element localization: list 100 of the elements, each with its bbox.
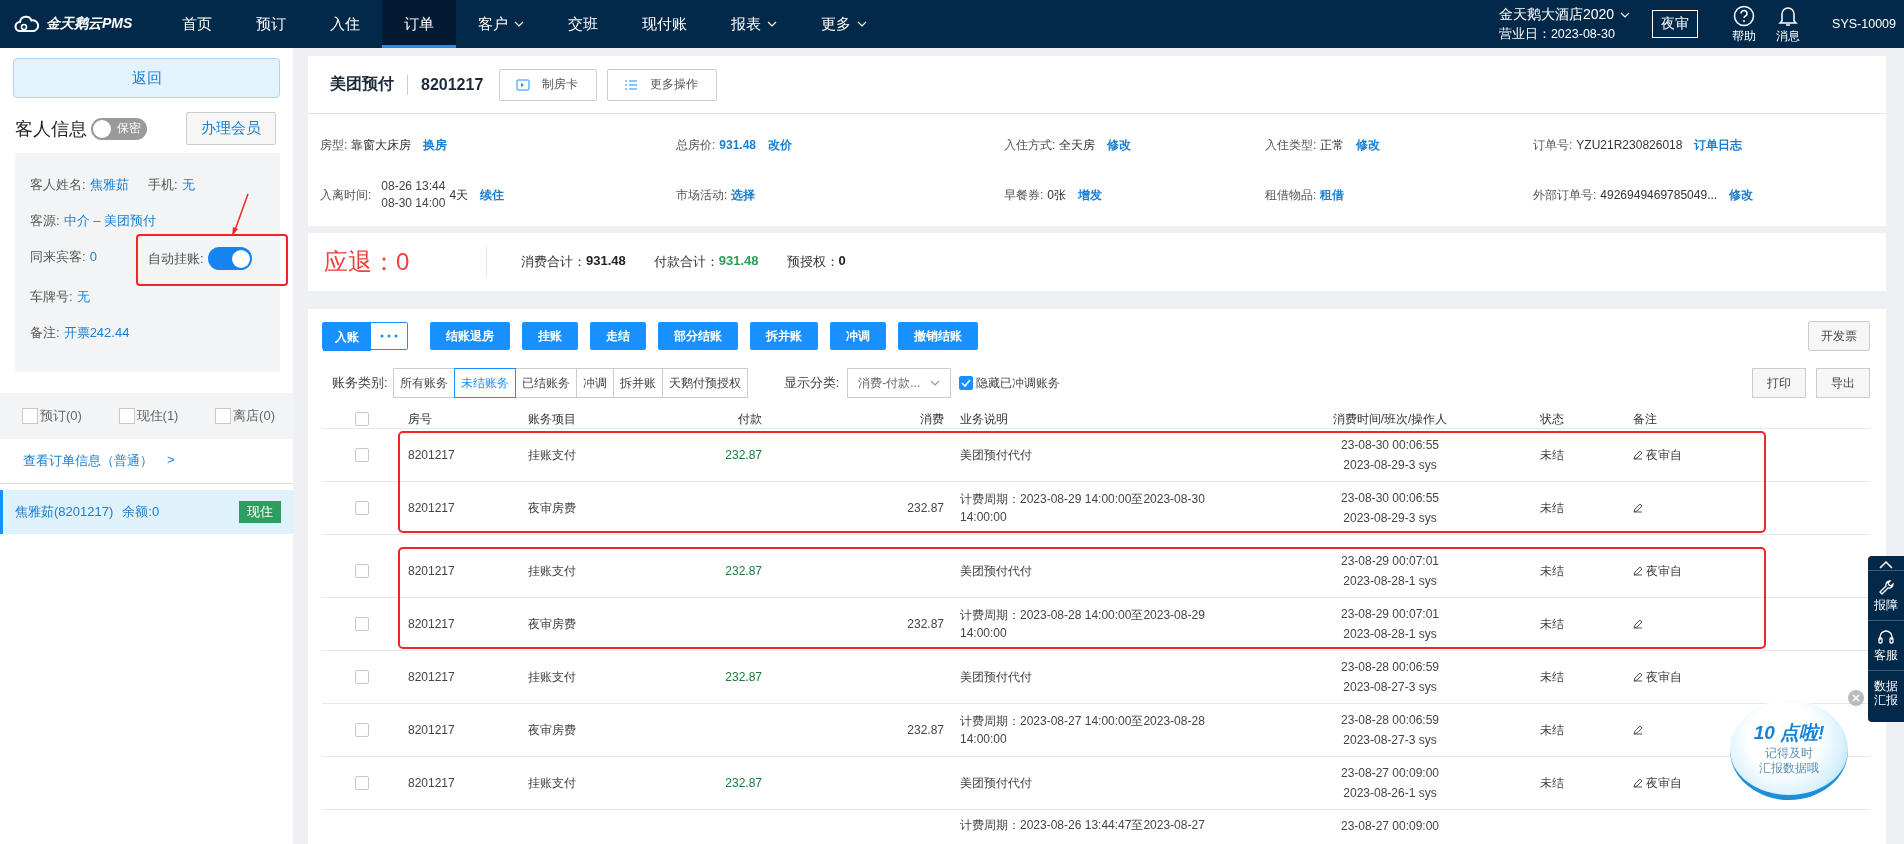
display-select[interactable]: 消费-付款...: [847, 368, 952, 398]
section-title: 客人信息: [15, 117, 87, 141]
field-label: 同来宾客:: [30, 247, 86, 266]
pencil-icon[interactable]: [1633, 619, 1643, 629]
category-tab[interactable]: 冲调: [575, 368, 614, 398]
field-value[interactable]: 无: [181, 175, 195, 194]
category-tab[interactable]: 天鹅付预授权: [661, 368, 748, 398]
table-cell-text: 挂账支付: [527, 668, 577, 686]
pencil-icon[interactable]: [1633, 672, 1643, 682]
info-label: 入住类型:: [1265, 136, 1317, 154]
table-cell-text: 23-08-28 00:06:59 2023-08-27-3 sys: [1339, 712, 1441, 749]
nav-tab[interactable]: 入住: [308, 0, 382, 48]
info-link[interactable]: 修改: [1107, 136, 1132, 154]
checkbox[interactable]: [355, 723, 369, 737]
order-info-link[interactable]: 查看订单信息（普通）: [23, 452, 153, 470]
action-button[interactable]: 走结: [590, 322, 646, 350]
checkbox[interactable]: [355, 670, 369, 684]
invoice-button[interactable]: 开发票: [1808, 321, 1870, 351]
nav-tab[interactable]: 交班: [546, 0, 620, 48]
checkbox[interactable]: [215, 408, 232, 424]
chevron-icon[interactable]: >: [167, 452, 175, 470]
checkbox[interactable]: [22, 408, 38, 424]
night-audit-button[interactable]: 夜审: [1652, 10, 1699, 38]
privacy-toggle[interactable]: 保密: [91, 117, 147, 140]
field-value[interactable]: 中介 – 美团预付: [63, 211, 157, 230]
checkbox[interactable]: [959, 376, 974, 390]
info-link[interactable]: 续住: [480, 186, 505, 204]
action-button[interactable]: 拆并账: [750, 322, 818, 350]
total-label: 付款合计：: [653, 253, 719, 271]
bell-icon[interactable]: [1778, 4, 1799, 27]
side-tool[interactable]: 报障: [1868, 570, 1904, 620]
print-button[interactable]: 打印: [1752, 368, 1806, 398]
checkbox[interactable]: [355, 617, 369, 631]
checkbox[interactable]: [118, 408, 135, 424]
export-button[interactable]: 导出: [1816, 368, 1870, 398]
info-link[interactable]: 修改: [1729, 186, 1754, 204]
action-button[interactable]: 结账退房: [430, 322, 510, 350]
nav-tab[interactable]: 首页: [160, 0, 234, 48]
info-link[interactable]: 增发: [1078, 186, 1103, 204]
category-tab[interactable]: 已结账务: [514, 368, 577, 398]
pencil-icon[interactable]: [1633, 450, 1643, 460]
info-link[interactable]: 换房: [423, 136, 448, 154]
action-button[interactable]: 部分结账: [658, 322, 738, 350]
checkbox[interactable]: [355, 564, 369, 578]
action-button[interactable]: 撤销结账: [898, 322, 978, 350]
nav-tab[interactable]: 订单: [382, 0, 456, 48]
category-tab[interactable]: 所有账务: [392, 368, 455, 398]
nav-tab[interactable]: 现付账: [620, 0, 709, 48]
field-value[interactable]: 无: [76, 287, 90, 306]
back-button[interactable]: 返回: [13, 58, 280, 98]
side-tool[interactable]: 数据汇报: [1868, 670, 1904, 714]
table-cell-text: 挂账支付: [527, 774, 577, 792]
close-icon[interactable]: [1848, 690, 1864, 706]
help-icon[interactable]: [1733, 4, 1756, 27]
post-charge-button[interactable]: 入账: [323, 323, 371, 351]
checkbox[interactable]: [355, 448, 369, 462]
checkbox-label[interactable]: 隐藏已冲调账务: [976, 374, 1061, 392]
info-link[interactable]: 租借: [1320, 186, 1345, 204]
collapse-icon[interactable]: [1878, 560, 1894, 570]
info-link[interactable]: 订单日志: [1694, 136, 1743, 154]
table-cell-text: 夜审房费: [527, 615, 577, 633]
info-link[interactable]: 改价: [768, 136, 793, 154]
caret-icon: [857, 21, 867, 27]
table-cell-text: 美团预付代付: [959, 669, 1033, 686]
hotel-name[interactable]: 金天鹅大酒店2020: [1498, 5, 1615, 24]
info-value[interactable]: 931.48: [719, 138, 757, 152]
info-link[interactable]: 修改: [1356, 136, 1381, 154]
checkbox[interactable]: [355, 501, 369, 515]
messages-label[interactable]: 消息: [1776, 28, 1801, 44]
nav-tab[interactable]: 更多: [799, 0, 889, 48]
action-button[interactable]: 冲调: [830, 322, 886, 350]
pencil-icon[interactable]: [1633, 725, 1643, 735]
category-tab[interactable]: 拆并账: [612, 368, 663, 398]
filter-label[interactable]: 离店(0): [233, 407, 275, 425]
toolbar-button[interactable]: 更多操作: [607, 68, 718, 101]
checkbox[interactable]: [355, 412, 369, 426]
pencil-icon[interactable]: [1633, 778, 1643, 788]
nav-tab[interactable]: 客户: [456, 0, 546, 48]
room-list-item[interactable]: 焦雅茹(8201217) 余额:0 现住: [0, 490, 293, 534]
info-link[interactable]: 选择: [731, 186, 756, 204]
pencil-icon[interactable]: [1633, 566, 1643, 576]
table-cell-text: 计费周期：2023-08-28 14:00:00至2023-08-29 14:00:00: [959, 607, 1206, 642]
category-tab[interactable]: 未结账务: [453, 368, 516, 398]
pencil-icon[interactable]: [1633, 503, 1643, 513]
nav-tab[interactable]: 报表: [709, 0, 799, 48]
member-button[interactable]: 办理会员: [186, 112, 276, 145]
user-name[interactable]: SYS-10009: [1832, 17, 1896, 31]
toolbar-button[interactable]: 制房卡: [499, 68, 598, 101]
side-tool[interactable]: 客服: [1868, 620, 1904, 670]
caret-icon: [1620, 11, 1631, 18]
action-button[interactable]: 挂账: [522, 322, 578, 350]
checkbox[interactable]: [355, 776, 369, 790]
auto-charge-toggle[interactable]: [207, 247, 252, 270]
filter-label[interactable]: 预订(0): [40, 407, 82, 425]
nav-tab[interactable]: 预订: [234, 0, 308, 48]
filter-label[interactable]: 现住(1): [136, 407, 179, 425]
field-value[interactable]: 开票242.44: [63, 323, 130, 342]
help-label[interactable]: 帮助: [1732, 28, 1757, 44]
field-value[interactable]: 0: [89, 249, 97, 264]
field-value[interactable]: 焦雅茹: [89, 175, 129, 194]
